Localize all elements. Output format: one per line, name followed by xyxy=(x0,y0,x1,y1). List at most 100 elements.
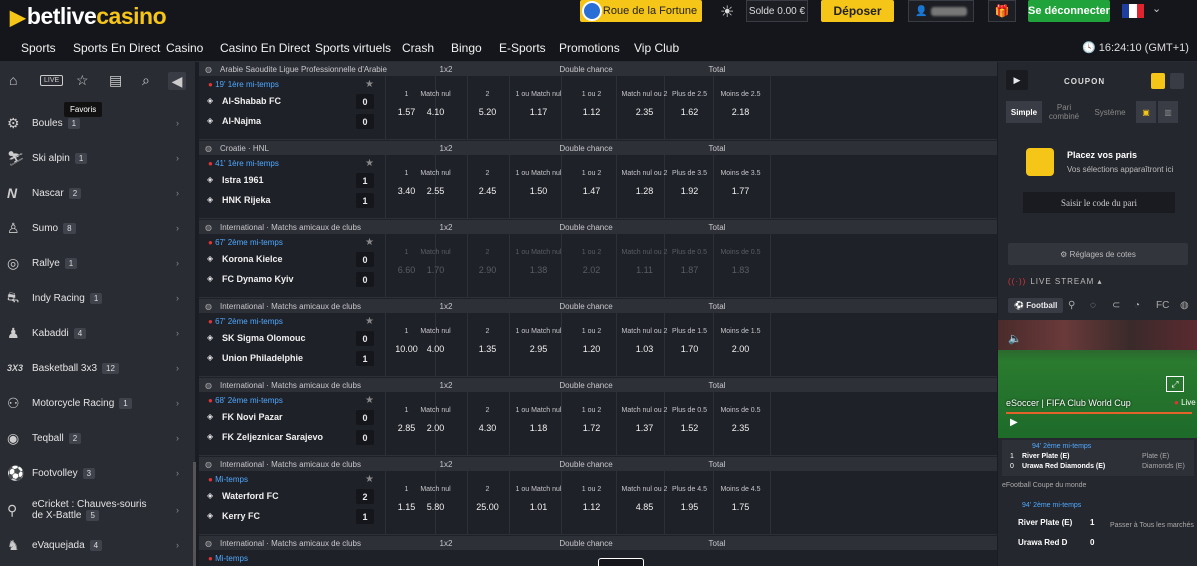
user-account-button[interactable]: 👤 xyxy=(908,0,974,22)
logout-button[interactable]: Se déconnecter xyxy=(1028,0,1110,22)
match-row[interactable]: ● Mi-temps ★ ◈ ◈ Waterford FC Kerry FC 2 1 1 1.15… xyxy=(199,471,997,535)
home-icon[interactable]: ⌂ xyxy=(9,72,17,88)
match-row[interactable]: ● 41' 1ère mi-temps ★ ◈ ◈ Istra 1961 HNK Rije… xyxy=(199,155,997,219)
sidebar-item-nascar[interactable]: N Nascar 2 › xyxy=(0,178,195,208)
match-row[interactable]: ● 67' 2ème mi-temps ★ ◈ ◈ Korona Kielce FC Dy… xyxy=(199,234,997,298)
odd-cell[interactable]: 2 2.45 xyxy=(460,155,515,196)
odd-cell[interactable]: Moins de 4.5 1.75 xyxy=(713,471,768,512)
nav-sports-live[interactable]: Sports En Direct xyxy=(73,41,160,55)
league-header[interactable]: ◍ International · Matchs amicaux de clubs… xyxy=(199,220,997,234)
odd-cell[interactable]: 2 5.20 xyxy=(460,76,515,117)
sidebar-item-rallye[interactable]: ◎ Rallye 1 › xyxy=(0,248,195,278)
odd-cell[interactable]: Moins de 2.5 2.18 xyxy=(713,76,768,117)
tab-gold-icon[interactable]: ▣ xyxy=(1136,101,1156,123)
sidebar-item-evaquejada[interactable]: ♞ eVaquejada 4 › xyxy=(0,530,195,560)
fc-icon[interactable]: FC xyxy=(1156,300,1169,311)
all-markets-link[interactable]: Passer à Tous les marchés xyxy=(1110,522,1194,529)
league-header[interactable]: ◍ Arabie Saoudite Ligue Professionnelle d… xyxy=(199,62,997,76)
nav-bingo[interactable]: Bingo xyxy=(451,41,482,55)
odd-cell[interactable]: Moins de 1.5 2.00 xyxy=(713,313,768,354)
odd-cell[interactable]: Match nul 2.00 xyxy=(408,392,463,433)
nav-casino[interactable]: Casino xyxy=(166,41,203,55)
nav-sports[interactable]: Sports xyxy=(21,41,56,55)
video-play-icon[interactable]: ▶ xyxy=(1010,417,1018,428)
sidebar-item-ski-alpin[interactable]: ⛷ Ski alpin 1 › xyxy=(0,143,195,173)
odd-cell[interactable]: Plus de 0.5 1.87 xyxy=(662,234,717,275)
league-header[interactable]: ◍ International · Matchs amicaux de clubs… xyxy=(199,536,997,550)
sidebar-item-teqball[interactable]: ◉ Teqball 2 › xyxy=(0,423,195,453)
nav-virtual-sports[interactable]: Sports virtuels xyxy=(315,41,391,55)
tennis-icon[interactable]: ⚲ xyxy=(1068,300,1075,311)
favorite-star-icon[interactable]: ★ xyxy=(365,474,374,485)
odd-cell[interactable]: Moins de 0.5 2.35 xyxy=(713,392,768,433)
odd-cell[interactable]: Plus de 4.5 1.95 xyxy=(662,471,717,512)
odd-cell[interactable]: 1 ou 2 1.12 xyxy=(564,76,619,117)
language-chevron-down-icon[interactable]: ⌄ xyxy=(1152,2,1161,15)
french-flag-icon[interactable] xyxy=(1122,4,1144,18)
odd-cell[interactable]: Moins de 3.5 1.77 xyxy=(713,155,768,196)
play-icon[interactable]: ▶ xyxy=(1006,70,1028,90)
odd-cell[interactable]: 1 ou Match nul 1.17 xyxy=(511,76,566,117)
nav-crash[interactable]: Crash xyxy=(402,41,434,55)
enter-bet-code-button[interactable]: Saisir le code du pari xyxy=(1023,192,1175,213)
tab-simple[interactable]: Simple xyxy=(1006,101,1042,123)
odd-cell[interactable]: 2 25.00 xyxy=(460,471,515,512)
favorite-star-icon[interactable]: ★ xyxy=(365,158,374,169)
coupon-ticket-icon[interactable] xyxy=(1151,73,1165,89)
tab-list-icon[interactable]: ▥ xyxy=(1158,101,1178,123)
collapse-sidebar-button[interactable]: ◀ xyxy=(168,72,186,90)
deposit-button[interactable]: Déposer xyxy=(821,0,894,22)
odd-cell[interactable]: 1 ou Match nul 2.95 xyxy=(511,313,566,354)
odd-cell[interactable]: Moins de 0.5 1.83 xyxy=(713,234,768,275)
match-row[interactable]: ● 19' 1ère mi-temps ★ ◈ ◈ Al-Shabab FC Al-Naj… xyxy=(199,76,997,140)
odd-cell[interactable]: 1 ou Match nul 1.18 xyxy=(511,392,566,433)
favorite-star-icon[interactable]: ★ xyxy=(365,316,374,327)
sidebar-item-basketball-3x3[interactable]: 3X3 Basketball 3x3 12 › xyxy=(0,353,195,383)
stream-match-card-2[interactable]: 94' 2ème mi-temps River Plate (E) Urawa … xyxy=(998,499,1106,555)
nav-esports[interactable]: E-Sports xyxy=(499,41,546,55)
stream-tab-football[interactable]: ⚽ Football xyxy=(1008,298,1064,313)
league-header[interactable]: ◍ Croatie · HNL 1x2 Double chance Total xyxy=(199,141,997,155)
favorites-star-icon[interactable]: ☆ xyxy=(76,72,89,89)
odd-cell[interactable]: 2 2.90 xyxy=(460,234,515,275)
mute-icon[interactable]: 🔈 xyxy=(1008,332,1022,345)
stream-match-card[interactable]: 94' 2ème mi-temps River Plate (E) Urawa … xyxy=(1002,440,1194,476)
sidebar-item-indy-racing[interactable]: ⛐ Indy Racing 1 › xyxy=(0,283,195,313)
league-header[interactable]: ◍ International · Matchs amicaux de clubs… xyxy=(199,378,997,392)
more-sports-icon[interactable]: ◍ xyxy=(1180,300,1189,311)
odd-cell[interactable]: Match nul 2.55 xyxy=(408,155,463,196)
odd-cell[interactable]: 1 ou Match nul 1.50 xyxy=(511,155,566,196)
odd-cell[interactable]: 1 ou 2 1.72 xyxy=(564,392,619,433)
sidebar-item-kabaddi[interactable]: ♟ Kabaddi 4 › xyxy=(0,318,195,348)
odd-cell[interactable]: Plus de 3.5 1.92 xyxy=(662,155,717,196)
odd-cell[interactable]: 2 4.30 xyxy=(460,392,515,433)
sidebar-item-sumo[interactable]: ♙ Sumo 8 › xyxy=(0,213,195,243)
odd-cell[interactable]: 2 1.35 xyxy=(460,313,515,354)
sidebar-item-boules[interactable]: ⚙ Boules 1 › xyxy=(0,108,195,138)
odd-cell[interactable]: Plus de 1.5 1.70 xyxy=(662,313,717,354)
gift-icon[interactable]: 🎁 xyxy=(988,0,1016,22)
odds-settings-button[interactable]: ⚙ Réglages de cotes xyxy=(1008,243,1188,265)
match-row[interactable]: ● 67' 2ème mi-temps ★ ◈ ◈ SK Sigma Olomouc Un… xyxy=(199,313,997,377)
expand-icon[interactable]: ⤢ xyxy=(1166,376,1184,392)
favorite-star-icon[interactable]: ★ xyxy=(365,237,374,248)
odd-cell[interactable]: Match nul 4.00 xyxy=(408,313,463,354)
favorite-star-icon[interactable]: ★ xyxy=(365,395,374,406)
odd-cell[interactable]: Match nul 1.70 xyxy=(408,234,463,275)
live-stream-video[interactable]: 🔈 ⤢ eSoccer | FIFA Club World Cup ● Live… xyxy=(998,320,1197,438)
theme-sun-icon[interactable]: ☀ xyxy=(720,2,734,22)
odd-cell[interactable]: Match nul 4.10 xyxy=(408,76,463,117)
nav-promotions[interactable]: Promotions xyxy=(559,41,620,55)
league-header[interactable]: ◍ International · Matchs amicaux de clubs… xyxy=(199,299,997,313)
sidebar-scrollbar[interactable] xyxy=(193,462,196,566)
odd-cell[interactable]: Plus de 0.5 1.52 xyxy=(662,392,717,433)
volleyball-icon[interactable]: ◔ xyxy=(1134,300,1140,311)
betslip-icon[interactable]: ▤ xyxy=(109,72,122,89)
live-stream-header[interactable]: ((·)) LIVE STREAM ▴ xyxy=(1008,277,1102,286)
favorite-star-icon[interactable]: ★ xyxy=(365,79,374,90)
sidebar-item-footvolley[interactable]: ⚽ Footvolley 3 › xyxy=(0,458,195,488)
match-row[interactable]: ● 68' 2ème mi-temps ★ ◈ ◈ FK Novi Pazar FK Ze… xyxy=(199,392,997,456)
tab-systeme[interactable]: Système xyxy=(1086,101,1134,123)
scroll-up-tab[interactable] xyxy=(598,558,644,566)
odd-cell[interactable]: 1 ou 2 1.47 xyxy=(564,155,619,196)
